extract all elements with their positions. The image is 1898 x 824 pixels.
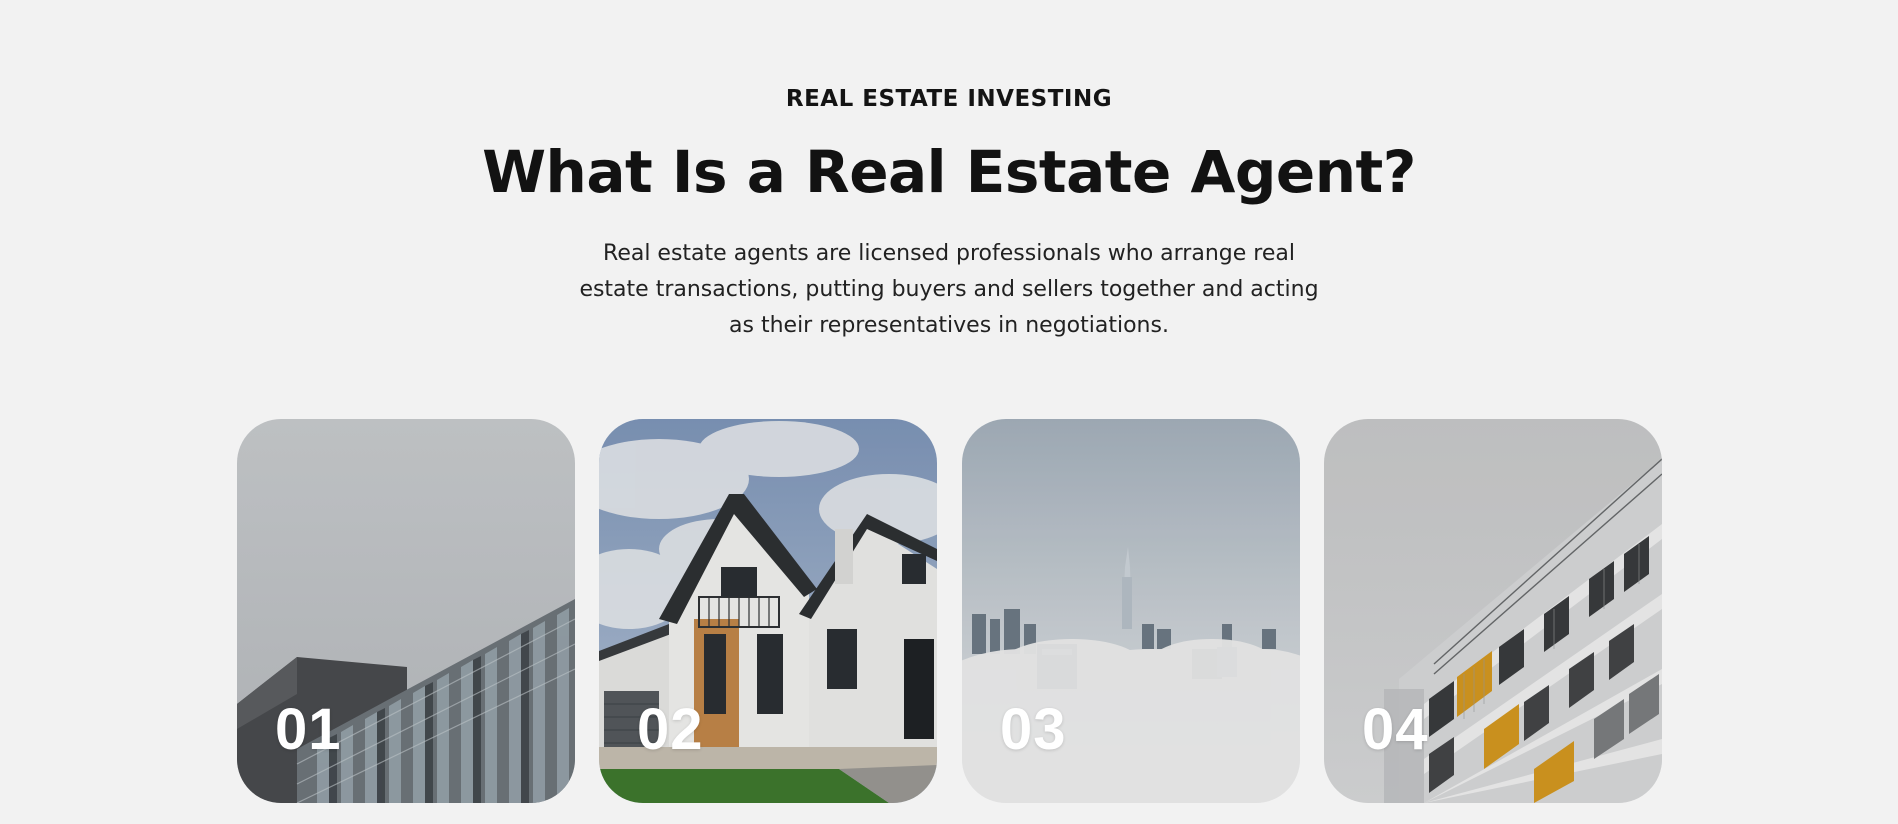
- card-number: 04: [1362, 697, 1429, 762]
- card-04[interactable]: 04: [1324, 419, 1662, 803]
- card-01[interactable]: 01: [237, 419, 575, 803]
- card-03[interactable]: 03: [962, 419, 1300, 803]
- card-number: 03: [1000, 697, 1067, 762]
- card-02[interactable]: 02: [599, 419, 937, 803]
- cards-grid: 01 02 03 04: [237, 419, 1663, 803]
- card-number: 02: [637, 697, 704, 762]
- card-number: 01: [275, 697, 342, 762]
- section-description: Real estate agents are licensed professi…: [579, 241, 1319, 338]
- section-eyebrow: REAL ESTATE INVESTING: [785, 86, 1113, 112]
- real-estate-section: REAL ESTATE INVESTING What Is a Real Est…: [0, 0, 1898, 824]
- section-title: What Is a Real Estate Agent?: [482, 138, 1416, 206]
